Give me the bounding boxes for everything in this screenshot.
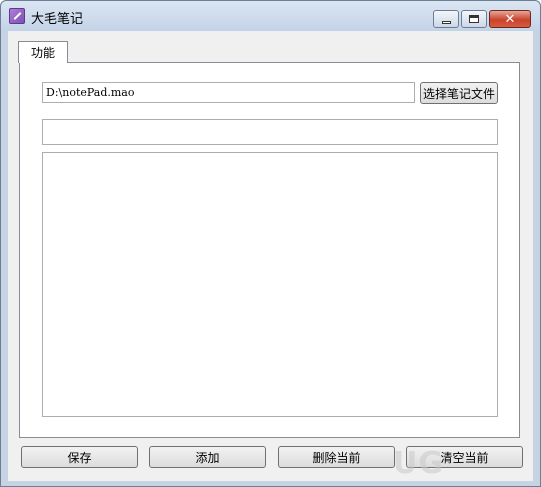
note-title-input[interactable] — [42, 119, 498, 145]
title-bar[interactable]: 大毛笔记 ✕ — [1, 1, 540, 31]
maximize-icon — [469, 15, 479, 23]
tab-function[interactable]: 功能 — [18, 41, 68, 63]
tab-panel-function: D:\notePad.mao 选择笔记文件 — [19, 62, 520, 438]
clear-current-button[interactable]: 清空当前 — [406, 446, 523, 468]
file-path-input[interactable]: D:\notePad.mao — [42, 82, 415, 103]
window-title: 大毛笔记 — [31, 12, 84, 27]
app-window: 大毛笔记 ✕ 功能 D:\notePad.mao 选择笔记文件 保存 添加 删除… — [0, 0, 541, 487]
minimize-icon — [441, 21, 451, 24]
close-icon: ✕ — [504, 11, 516, 27]
client-area: 功能 D:\notePad.mao 选择笔记文件 保存 添加 删除当前 清空当前 — [8, 31, 533, 481]
note-pen-icon — [9, 8, 25, 24]
note-content-textarea[interactable] — [42, 152, 498, 417]
maximize-button[interactable] — [461, 10, 487, 28]
add-button[interactable]: 添加 — [149, 446, 266, 468]
minimize-button[interactable] — [433, 10, 459, 28]
choose-note-file-button[interactable]: 选择笔记文件 — [420, 82, 498, 104]
close-button[interactable]: ✕ — [489, 10, 531, 28]
save-button[interactable]: 保存 — [21, 446, 138, 468]
delete-current-button[interactable]: 删除当前 — [278, 446, 395, 468]
